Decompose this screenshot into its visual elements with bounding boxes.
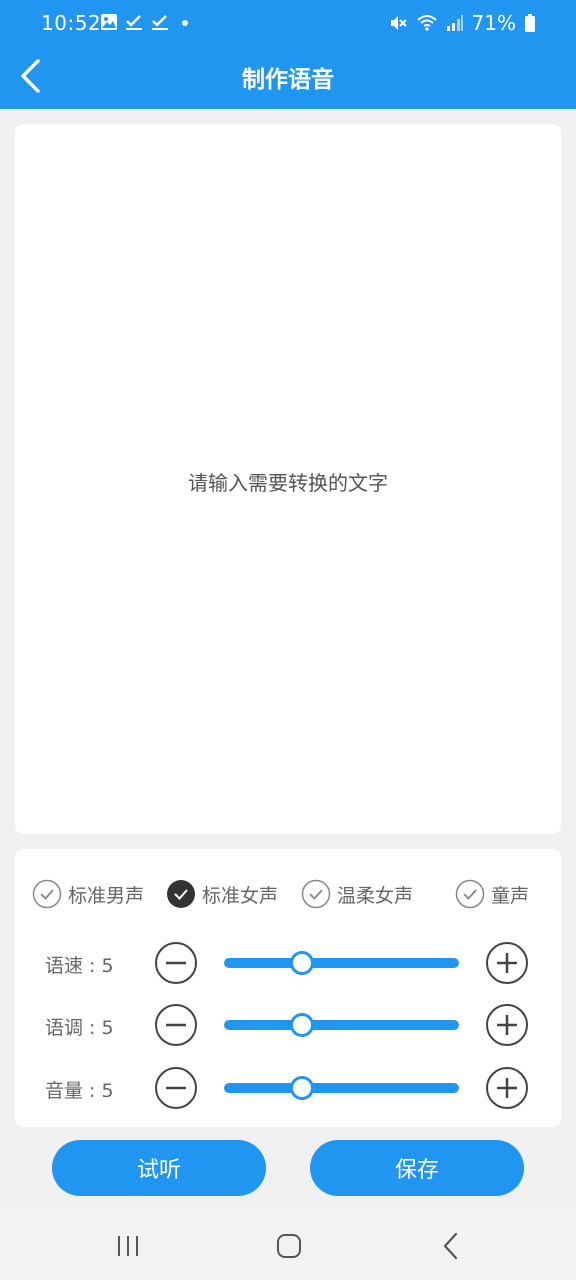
voice-option-standard-male[interactable]: 标准男声 — [32, 878, 144, 910]
minus-button[interactable] — [154, 1066, 198, 1110]
param-label-speed: 语速 : 5 — [45, 955, 114, 977]
voice-label: 标准男声 — [68, 884, 145, 907]
check-underline-icon — [152, 15, 168, 30]
text-input[interactable] — [15, 124, 561, 834]
status-left-icons — [100, 13, 194, 31]
system-nav-bar — [0, 1208, 576, 1280]
home-button[interactable] — [267, 1226, 311, 1266]
status-time: 10:52 — [41, 11, 102, 35]
param-row-volume: 音量 : 5 — [15, 1066, 561, 1110]
mute-icon — [390, 16, 407, 30]
check-circle-icon — [32, 879, 62, 909]
plus-button[interactable] — [485, 941, 529, 985]
check-circle-icon — [455, 879, 485, 909]
pitch-slider[interactable] — [224, 1013, 459, 1037]
save-button[interactable]: 保存 — [310, 1140, 524, 1196]
recent-apps-icon — [118, 1236, 138, 1256]
param-label-pitch: 语调 : 5 — [45, 1017, 114, 1039]
minus-button[interactable] — [154, 941, 198, 985]
page-title: 制作语音 — [242, 67, 334, 93]
status-bar: 10:52 71% — [0, 0, 576, 48]
param-label-volume: 音量 : 5 — [45, 1080, 114, 1102]
image-icon — [101, 14, 117, 30]
voice-option-standard-female[interactable]: 标准女声 — [166, 878, 278, 910]
listen-button[interactable]: 试听 — [52, 1140, 266, 1196]
text-input-card: 请输入需要转换的文字 — [15, 124, 561, 834]
signal-icon — [446, 15, 463, 31]
back-icon — [443, 1232, 458, 1260]
param-row-speed: 语速 : 5 — [15, 941, 561, 985]
battery-icon — [525, 14, 535, 32]
check-underline-icon — [126, 15, 142, 30]
minus-button[interactable] — [154, 1003, 198, 1047]
param-row-pitch: 语调 : 5 — [15, 1003, 561, 1047]
speed-slider[interactable] — [224, 951, 459, 975]
dot-icon — [182, 20, 188, 26]
nav-back-button[interactable] — [429, 1226, 473, 1266]
check-circle-icon — [301, 879, 331, 909]
plus-button[interactable] — [485, 1066, 529, 1110]
status-right-icons: 71% — [388, 11, 536, 35]
home-icon — [277, 1234, 301, 1258]
voice-settings-card: 标准男声 标准女声 温柔女声 童声 语速 : 5 语调: 5 音量: 5 — [15, 849, 561, 1127]
voice-label: 标准女声 — [202, 884, 279, 907]
slider-thumb[interactable] — [290, 1013, 315, 1037]
voice-option-gentle-female[interactable]: 温柔女声 — [301, 878, 413, 910]
wifi-icon — [416, 15, 437, 31]
voice-label: 童声 — [491, 884, 530, 907]
volume-slider[interactable] — [224, 1076, 459, 1100]
slider-thumb[interactable] — [290, 1076, 315, 1100]
plus-button[interactable] — [485, 1003, 529, 1047]
voice-option-child[interactable]: 童声 — [455, 878, 529, 910]
app-header: 10:52 71% 制作语音 — [0, 0, 576, 109]
voice-label: 温柔女声 — [337, 884, 414, 907]
check-circle-filled-icon — [167, 880, 195, 908]
recent-apps-button[interactable] — [106, 1226, 150, 1266]
title-bar: 制作语音 — [0, 48, 576, 106]
battery-percent: 71% — [471, 11, 516, 35]
slider-thumb[interactable] — [290, 951, 315, 975]
